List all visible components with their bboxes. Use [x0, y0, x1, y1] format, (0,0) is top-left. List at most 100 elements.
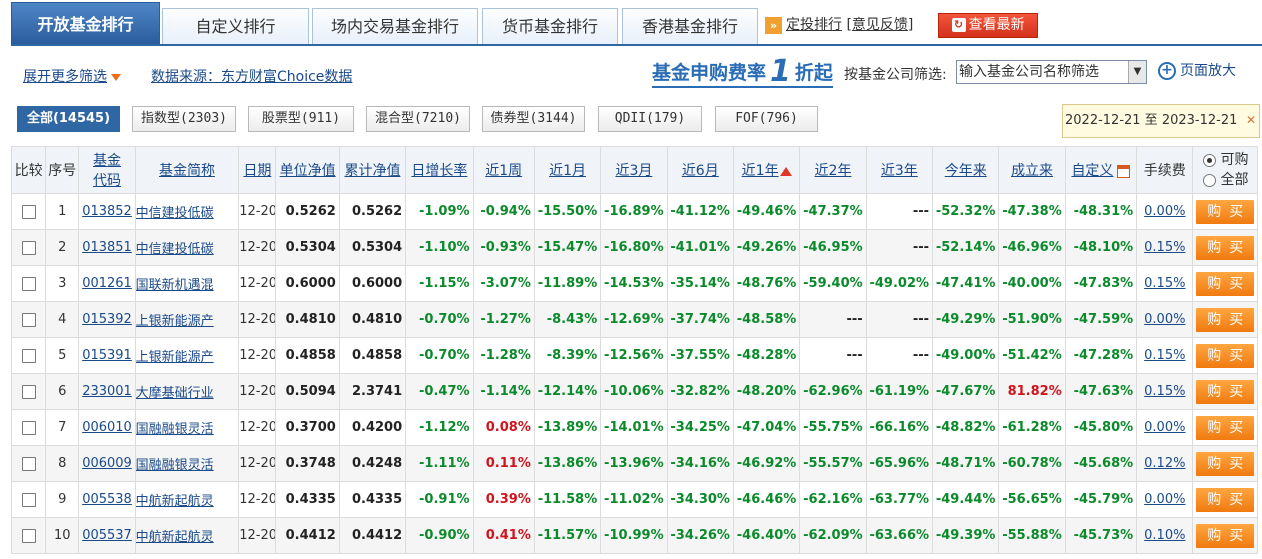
fund-code-link[interactable]: 001261 — [82, 276, 132, 291]
col-3m[interactable]: 近3月 — [600, 146, 668, 194]
close-icon[interactable]: ✕ — [1246, 114, 1256, 126]
tab-open-fund-ranking[interactable]: 开放基金排行 — [11, 2, 160, 44]
fund-name-link[interactable]: 中信建投低碳 — [136, 242, 214, 257]
buy-button[interactable]: 购买 — [1196, 379, 1255, 404]
compare-checkbox[interactable] — [21, 528, 36, 543]
col-code[interactable]: 基金 代码 — [78, 146, 136, 194]
buy-button[interactable]: 购买 — [1196, 307, 1255, 332]
compare-checkbox[interactable] — [21, 492, 36, 507]
fund-name-link[interactable]: 国融融银灵活 — [136, 458, 214, 473]
fund-name-link[interactable]: 国联新机遇混 — [136, 278, 214, 293]
radio-all-dot[interactable] — [1203, 173, 1217, 187]
radio-buyable[interactable]: 可购 — [1203, 152, 1248, 168]
acc-nav-cell: 0.6000 — [338, 265, 407, 302]
fee-discount-promo[interactable]: 基金申购费率 1 折起 — [652, 54, 833, 90]
compare-checkbox[interactable] — [21, 204, 36, 219]
fund-code-link[interactable]: 006010 — [82, 420, 132, 435]
fund-name-link[interactable]: 中航新起航灵 — [136, 494, 214, 509]
buy-button[interactable]: 购买 — [1196, 487, 1255, 512]
type-fof-button[interactable]: FOF(796) — [715, 106, 818, 132]
type-stock-button[interactable]: 股票型(911) — [248, 106, 354, 132]
fee-link[interactable]: 0.15% — [1144, 384, 1185, 399]
since-value: -61.28% — [1002, 420, 1062, 435]
col-1w[interactable]: 近1周 — [472, 146, 535, 194]
buy-button[interactable]: 购买 — [1196, 235, 1255, 260]
fee-link[interactable]: 0.15% — [1144, 276, 1185, 291]
tab-money-fund-ranking[interactable]: 货币基金排行 — [482, 8, 618, 44]
fund-name-link[interactable]: 大摩基础行业 — [136, 386, 214, 401]
buy-button[interactable]: 购买 — [1196, 343, 1255, 368]
fund-code-link[interactable]: 233001 — [82, 384, 132, 399]
fee-link[interactable]: 0.00% — [1144, 204, 1185, 219]
fund-name-link[interactable]: 中航新起航灵 — [136, 530, 214, 545]
fund-code-link[interactable]: 015392 — [82, 312, 132, 327]
tab-custom-ranking[interactable]: 自定义排行 — [162, 8, 309, 44]
dingtou-ranking-link[interactable]: 定投排行 — [786, 17, 842, 33]
col-nav[interactable]: 单位净值 — [275, 146, 340, 194]
buy-button[interactable]: 购买 — [1196, 271, 1255, 296]
radio-buyable-dot[interactable] — [1203, 153, 1217, 167]
chevron-down-icon[interactable]: ▼ — [1128, 61, 1146, 83]
col-ytd[interactable]: 今年来 — [932, 146, 1000, 194]
fee-link[interactable]: 0.00% — [1144, 492, 1185, 507]
col-daily[interactable]: 日增长率 — [405, 146, 474, 194]
col-custom[interactable]: 自定义 — [1064, 146, 1138, 194]
compare-checkbox[interactable] — [21, 240, 36, 255]
date-range-popup[interactable]: 2022-12-21 至 2023-12-21 ✕ — [1062, 104, 1260, 138]
expand-filter-link[interactable]: 展开更多筛选 — [23, 66, 121, 86]
m3-value: -10.99% — [604, 528, 664, 543]
buy-button[interactable]: 购买 — [1196, 451, 1255, 476]
col-2y[interactable]: 近2年 — [799, 146, 867, 194]
type-index-button[interactable]: 指数型(2303) — [132, 106, 236, 132]
compare-checkbox[interactable] — [21, 348, 36, 363]
fund-name-link[interactable]: 上银新能源产 — [136, 350, 214, 365]
type-qdii-button[interactable]: QDII(179) — [598, 106, 702, 132]
custom-cell: -45.68% — [1064, 445, 1138, 482]
fund-name-link[interactable]: 上银新能源产 — [136, 314, 214, 329]
col-1y[interactable]: 近1年 — [732, 146, 801, 194]
fund-code-link[interactable]: 015391 — [82, 348, 132, 363]
calendar-icon[interactable] — [1117, 164, 1131, 178]
compare-checkbox[interactable] — [21, 276, 36, 291]
fee-link[interactable]: 0.12% — [1144, 456, 1185, 471]
fund-code-link[interactable]: 013852 — [82, 204, 132, 219]
radio-all[interactable]: 全部 — [1203, 172, 1248, 188]
compare-checkbox[interactable] — [21, 420, 36, 435]
fund-code-link[interactable]: 013851 — [82, 240, 132, 255]
col-name[interactable]: 基金简称 — [134, 146, 240, 194]
type-all-button[interactable]: 全部(14545) — [17, 106, 120, 132]
compare-checkbox[interactable] — [21, 456, 36, 471]
fund-code-link[interactable]: 006009 — [82, 456, 132, 471]
fee-link[interactable]: 0.15% — [1144, 240, 1185, 255]
col-date[interactable]: 日期 — [238, 146, 277, 194]
compare-checkbox[interactable] — [21, 312, 36, 327]
tab-hk-fund-ranking[interactable]: 香港基金排行 — [622, 8, 758, 44]
fee-link[interactable]: 0.00% — [1144, 420, 1185, 435]
col-6m[interactable]: 近6月 — [666, 146, 734, 194]
fee-link[interactable]: 0.00% — [1144, 312, 1185, 327]
buy-button[interactable]: 购买 — [1196, 199, 1255, 224]
view-latest-button[interactable]: ↻ 查看最新 — [938, 13, 1038, 38]
tab-exchange-fund-ranking[interactable]: 场内交易基金排行 — [312, 8, 478, 44]
type-mixed-button[interactable]: 混合型(7210) — [366, 106, 470, 132]
y1-cell: -48.76% — [732, 265, 801, 302]
compare-checkbox[interactable] — [21, 384, 36, 399]
fund-code-link[interactable]: 005538 — [82, 492, 132, 507]
fund-code-link[interactable]: 005537 — [82, 528, 132, 543]
buy-button[interactable]: 购买 — [1196, 415, 1255, 440]
data-source-link[interactable]: 数据来源：东方财富Choice数据 — [151, 66, 352, 86]
buy-button[interactable]: 购买 — [1196, 523, 1255, 548]
fund-name-link[interactable]: 中信建投低碳 — [136, 206, 214, 221]
fee-link[interactable]: 0.10% — [1144, 528, 1185, 543]
fee-link[interactable]: 0.15% — [1144, 348, 1185, 363]
col-3y[interactable]: 近3年 — [865, 146, 934, 194]
fund-name-link[interactable]: 国融融银灵活 — [136, 422, 214, 437]
type-bond-button[interactable]: 债券型(3144) — [482, 106, 585, 132]
col-1m[interactable]: 近1月 — [533, 146, 602, 194]
col-acc-nav[interactable]: 累计净值 — [338, 146, 407, 194]
company-select[interactable]: 输入基金公司名称筛选 ▼ — [956, 60, 1147, 84]
feedback-link[interactable]: 意见反馈 — [852, 17, 908, 33]
col-since[interactable]: 成立来 — [998, 146, 1066, 194]
page-zoom-link[interactable]: + 页面放大 — [1158, 60, 1236, 80]
table-row: 10 005537 中航新起航灵 12-20 0.4412 0.4412 -0.90% 0.4… — [10, 517, 1258, 554]
